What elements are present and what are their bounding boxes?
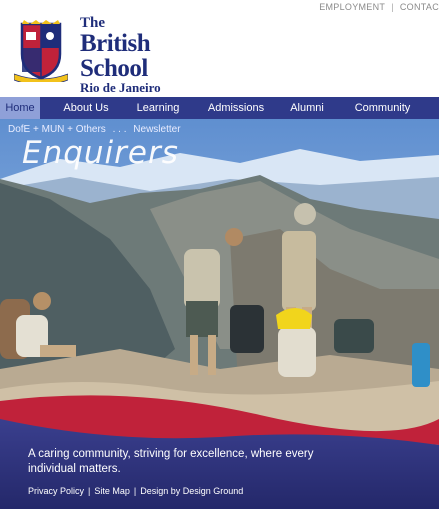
design-credit-link[interactable]: Design by Design Ground xyxy=(140,486,243,496)
nav-home[interactable]: Home xyxy=(0,97,40,119)
subnav-dots: . . . xyxy=(112,124,127,135)
school-logo[interactable]: The British School Rio de Janeiro xyxy=(14,14,174,94)
subnav-dofe-mun-link[interactable]: DofE + MUN + Others xyxy=(8,124,106,135)
nav-learning[interactable]: Learning xyxy=(132,97,184,119)
secondary-links: DofE + MUN + Others . . . Newsletter xyxy=(8,124,185,135)
nav-about-us[interactable]: About Us xyxy=(40,97,132,119)
footer-separator: | xyxy=(133,486,137,496)
school-name-city: Rio de Janeiro xyxy=(80,80,161,95)
school-name-the: The xyxy=(80,15,106,31)
utility-links: EMPLOYMENT | CONTAC xyxy=(319,2,439,12)
contact-link[interactable]: CONTAC xyxy=(400,2,439,12)
privacy-policy-link[interactable]: Privacy Policy xyxy=(28,486,84,496)
nav-community[interactable]: Community xyxy=(326,97,439,119)
subnav-newsletter-link[interactable]: Newsletter xyxy=(133,124,180,135)
footer-links: Privacy Policy | Site Map | Design by Design… xyxy=(28,486,243,496)
hero-title: Enquirers xyxy=(22,135,179,171)
site-map-link[interactable]: Site Map xyxy=(94,486,130,496)
main-navigation: Home About Us Learning Admissions Alumni… xyxy=(0,97,439,119)
nav-alumni[interactable]: Alumni xyxy=(288,97,326,119)
employment-link[interactable]: EMPLOYMENT xyxy=(319,2,385,12)
utility-separator: | xyxy=(391,2,394,12)
school-name: The British School Rio de Janeiro xyxy=(80,15,161,95)
footer-separator: | xyxy=(88,486,91,496)
school-name-school: School xyxy=(80,55,148,82)
school-name-british: British xyxy=(80,30,151,57)
school-crest-icon xyxy=(14,20,68,82)
nav-admissions[interactable]: Admissions xyxy=(184,97,288,119)
school-tagline: A caring community, striving for excelle… xyxy=(28,448,314,475)
hero-banner: DofE + MUN + Others . . . Newsletter Enq… xyxy=(0,119,439,509)
